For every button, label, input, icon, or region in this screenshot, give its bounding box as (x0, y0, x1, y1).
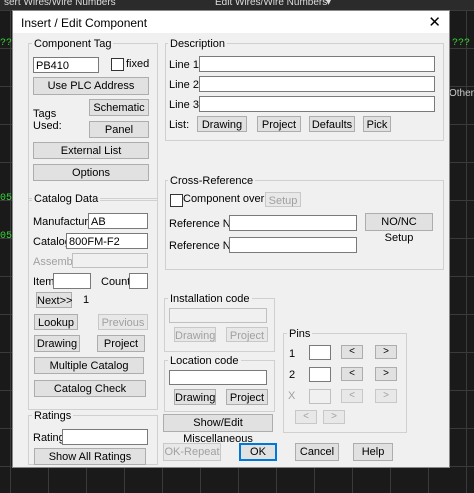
line1-label: Line 1 (169, 59, 199, 71)
pin3-input[interactable] (309, 389, 331, 404)
lookup-button[interactable]: Lookup (34, 314, 78, 330)
next-button[interactable]: Next>> (36, 292, 72, 308)
pin3-next-button[interactable]: > (375, 389, 397, 403)
location-code-input[interactable] (169, 370, 267, 385)
background-side-label: Other (449, 88, 474, 99)
line3-label: Line 3 (169, 99, 199, 111)
ok-button[interactable]: OK (239, 443, 277, 461)
catalog-project-button[interactable]: Project (97, 335, 145, 352)
catalog-data-group-label: Catalog Data (32, 193, 101, 205)
pin2-prev-button[interactable]: < (341, 367, 363, 381)
location-code-group-label: Location code (168, 355, 241, 367)
description-drawing-button[interactable]: Drawing (197, 116, 247, 132)
panel-button[interactable]: Panel (89, 121, 149, 138)
component-tag-input[interactable]: PB410 (33, 57, 99, 73)
setup-button[interactable]: Setup (265, 192, 301, 207)
catalog-input[interactable]: 800FM-F2 (66, 233, 148, 249)
no-nc-setup-button[interactable]: NO/NC Setup (365, 213, 433, 244)
pin-next-button[interactable]: > (323, 410, 345, 424)
component-tag-group-label: Component Tag (32, 38, 114, 50)
pin3-prev-button[interactable]: < (341, 389, 363, 403)
description-project-button[interactable]: Project (257, 116, 301, 132)
item-label: Item (33, 276, 55, 288)
pins-group-label: Pins (287, 328, 313, 340)
item-input[interactable] (53, 273, 91, 289)
component-override-checkbox[interactable] (170, 194, 183, 207)
description-line3-input[interactable] (199, 96, 435, 112)
ratings-group-label: Ratings (32, 410, 74, 422)
count-label: Count (101, 276, 131, 288)
location-drawing-button[interactable]: Drawing (174, 389, 216, 405)
external-list-button[interactable]: External List (33, 142, 149, 159)
show-all-ratings-button[interactable]: Show All Ratings (34, 448, 146, 465)
installation-code-group-label: Installation code (168, 293, 252, 305)
chevron-down-icon: ▾ (326, 0, 332, 8)
pin-prev-button[interactable]: < (295, 410, 317, 424)
background-side-label: 05 (0, 193, 13, 204)
pin1-input[interactable] (309, 345, 331, 360)
pin2-input[interactable] (309, 367, 331, 382)
background-menu-bar: sert Wires/Wire Numbers Edit Wires/Wire … (0, 0, 474, 10)
cancel-button[interactable]: Cancel (295, 443, 339, 461)
description-line2-input[interactable] (199, 76, 435, 92)
rating-input[interactable] (62, 429, 148, 445)
fixed-label: fixed (126, 58, 150, 70)
rating-label: Rating (33, 432, 65, 444)
tags-used-label: Tags Used: (33, 108, 62, 132)
close-icon[interactable]: ✕ (428, 13, 441, 31)
installation-project-button[interactable]: Project (226, 327, 268, 342)
schematic-button[interactable]: Schematic (89, 99, 149, 116)
insert-edit-component-dialog: Insert / Edit Component ✕ Component Tag … (12, 10, 450, 468)
pin2-label: 2 (289, 369, 296, 381)
pin1-label: 1 (289, 348, 296, 360)
list-label: List: (169, 119, 190, 131)
ok-repeat-button[interactable]: OK-Repeat (163, 443, 221, 461)
use-plc-address-button[interactable]: Use PLC Address (33, 77, 149, 95)
description-defaults-button[interactable]: Defaults (309, 116, 355, 132)
installation-code-group (164, 298, 275, 352)
catalog-drawing-button[interactable]: Drawing (34, 335, 80, 352)
description-pick-button[interactable]: Pick (363, 116, 391, 132)
dialog-title-bar[interactable]: Insert / Edit Component ✕ (13, 11, 449, 33)
pin1-prev-button[interactable]: < (341, 345, 363, 359)
reference-no-input[interactable] (229, 215, 357, 231)
assembly-input[interactable] (72, 253, 148, 268)
help-button[interactable]: Help (353, 443, 393, 461)
cross-reference-group-label: Cross-Reference (168, 175, 256, 187)
reference-nc-input[interactable] (229, 237, 357, 253)
installation-code-input[interactable] (169, 308, 267, 323)
previous-button[interactable]: Previous (98, 314, 148, 330)
options-button[interactable]: Options (33, 164, 149, 181)
fixed-checkbox[interactable] (111, 58, 124, 71)
multiple-catalog-button[interactable]: Multiple Catalog (34, 357, 144, 374)
next-value: 1 (83, 294, 90, 306)
catalog-check-button[interactable]: Catalog Check (34, 380, 146, 397)
installation-drawing-button[interactable]: Drawing (174, 327, 216, 342)
location-project-button[interactable]: Project (226, 389, 268, 405)
dialog-title: Insert / Edit Component (21, 16, 148, 30)
background-side-label: 05 (0, 231, 13, 242)
show-edit-miscellaneous-button[interactable]: Show/Edit Miscellaneous (163, 414, 273, 445)
pin3-label: X (288, 390, 296, 402)
background-side-label: ??? (452, 38, 471, 49)
background-menu-left: sert Wires/Wire Numbers (4, 0, 116, 8)
description-line1-input[interactable] (199, 56, 435, 72)
pin2-next-button[interactable]: > (375, 367, 397, 381)
count-input[interactable] (129, 273, 148, 289)
line2-label: Line 2 (169, 79, 199, 91)
description-group-label: Description (168, 38, 228, 50)
manufacturer-input[interactable]: AB (88, 213, 148, 229)
pin1-next-button[interactable]: > (375, 345, 397, 359)
background-menu-right: Edit Wires/Wire Numbers (215, 0, 328, 8)
